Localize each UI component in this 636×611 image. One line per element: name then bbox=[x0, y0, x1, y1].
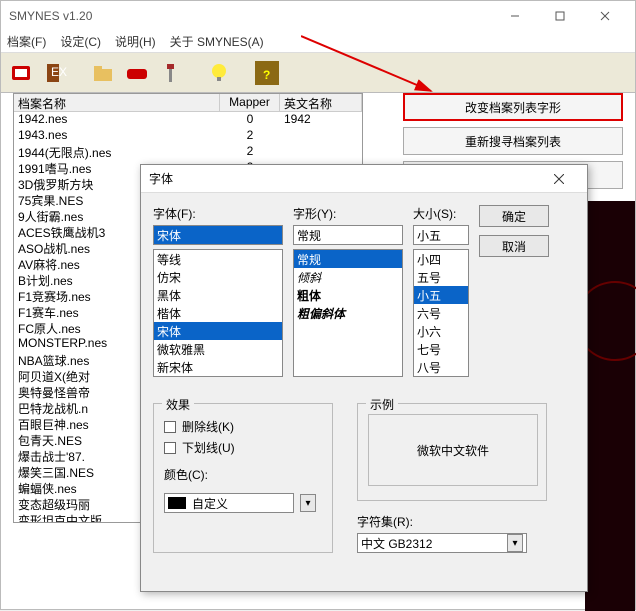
lightbulb-icon[interactable] bbox=[205, 59, 233, 87]
folder-icon[interactable] bbox=[89, 59, 117, 87]
tools-icon[interactable] bbox=[157, 59, 185, 87]
open-rom-icon[interactable] bbox=[7, 59, 35, 87]
strikethrough-checkbox[interactable]: 删除线(K) bbox=[164, 418, 322, 435]
font-dialog: 字体 字体(F): 宋体 等线仿宋黑体楷体宋体微软雅黑新宋体 字形(Y): 常规… bbox=[140, 164, 588, 592]
list-item[interactable]: 五号 bbox=[414, 268, 468, 286]
maximize-button[interactable] bbox=[537, 1, 582, 31]
ok-button[interactable]: 确定 bbox=[479, 205, 549, 227]
list-item[interactable]: 小六 bbox=[414, 322, 468, 340]
titlebar: SMYNES v1.20 bbox=[1, 1, 635, 31]
color-swatch bbox=[168, 497, 186, 509]
effects-group: 效果 删除线(K) 下划线(U) 颜色(C): 自定义 ▾ bbox=[153, 403, 333, 553]
style-label: 字形(Y): bbox=[293, 205, 403, 222]
chevron-down-icon[interactable]: ▾ bbox=[507, 534, 523, 552]
sample-legend: 示例 bbox=[366, 396, 398, 413]
svg-text:?: ? bbox=[263, 68, 270, 82]
cancel-button[interactable]: 取消 bbox=[479, 235, 549, 257]
list-item[interactable]: 八号 bbox=[414, 358, 468, 376]
list-item[interactable]: 黑体 bbox=[154, 286, 282, 304]
col-mapper[interactable]: Mapper bbox=[220, 94, 280, 111]
minimize-button[interactable] bbox=[492, 1, 537, 31]
list-item[interactable]: 新宋体 bbox=[154, 358, 282, 376]
charset-combobox[interactable]: 中文 GB2312 ▾ bbox=[357, 533, 527, 553]
list-item[interactable]: 等线 bbox=[154, 250, 282, 268]
change-font-button[interactable]: 改变档案列表字形 bbox=[403, 93, 623, 121]
font-input[interactable]: 宋体 bbox=[153, 225, 283, 245]
table-row[interactable]: 1943.nes2 bbox=[14, 128, 362, 144]
underline-checkbox[interactable]: 下划线(U) bbox=[164, 439, 322, 456]
style-input[interactable]: 常规 bbox=[293, 225, 403, 245]
dialog-title: 字体 bbox=[149, 170, 539, 187]
table-row[interactable]: 1944(无限点).nes2 bbox=[14, 144, 362, 160]
annotation-arrow bbox=[301, 31, 441, 101]
list-item[interactable]: 仿宋 bbox=[154, 268, 282, 286]
controller-icon[interactable] bbox=[123, 59, 151, 87]
list-item[interactable]: 楷体 bbox=[154, 304, 282, 322]
style-listbox[interactable]: 常规倾斜粗体粗偏斜体 bbox=[293, 249, 403, 377]
font-listbox[interactable]: 等线仿宋黑体楷体宋体微软雅黑新宋体 bbox=[153, 249, 283, 377]
color-label: 颜色(C): bbox=[164, 466, 322, 483]
sample-text: 微软中文软件 bbox=[368, 414, 538, 486]
preview-pane bbox=[585, 201, 635, 611]
list-item[interactable]: 七号 bbox=[414, 340, 468, 358]
list-item[interactable]: 粗体 bbox=[294, 286, 402, 304]
size-listbox[interactable]: 小四五号小五六号小六七号八号 bbox=[413, 249, 469, 377]
question-icon[interactable]: ? bbox=[253, 59, 281, 87]
size-label: 大小(S): bbox=[413, 205, 469, 222]
font-label: 字体(F): bbox=[153, 205, 283, 222]
table-row[interactable]: 1942.nes01942 bbox=[14, 112, 362, 128]
list-item[interactable]: 宋体 bbox=[154, 322, 282, 340]
list-item[interactable]: 小四 bbox=[414, 250, 468, 268]
size-input[interactable]: 小五 bbox=[413, 225, 469, 245]
list-header: 档案名称 Mapper 英文名称 bbox=[14, 94, 362, 112]
col-name[interactable]: 档案名称 bbox=[14, 94, 220, 111]
menu-settings[interactable]: 设定(C) bbox=[60, 33, 101, 50]
list-item[interactable]: 常规 bbox=[294, 250, 402, 268]
close-button[interactable] bbox=[582, 1, 627, 31]
dialog-titlebar: 字体 bbox=[141, 165, 587, 193]
rescan-button[interactable]: 重新搜寻档案列表 bbox=[403, 127, 623, 155]
svg-text:EXIT: EXIT bbox=[51, 65, 67, 79]
list-item[interactable]: 六号 bbox=[414, 304, 468, 322]
menu-file[interactable]: 档案(F) bbox=[7, 33, 46, 50]
col-eng[interactable]: 英文名称 bbox=[280, 94, 362, 111]
charset-label: 字符集(R): bbox=[357, 513, 547, 530]
menu-about[interactable]: 关于 SMYNES(A) bbox=[170, 33, 264, 50]
window-title: SMYNES v1.20 bbox=[9, 9, 492, 23]
color-combobox[interactable]: 自定义 bbox=[164, 493, 294, 513]
list-item[interactable]: 粗偏斜体 bbox=[294, 304, 402, 322]
list-item[interactable]: 微软雅黑 bbox=[154, 340, 282, 358]
sample-group: 示例 微软中文软件 bbox=[357, 403, 547, 501]
list-item[interactable]: 倾斜 bbox=[294, 268, 402, 286]
exit-icon[interactable]: EXIT bbox=[41, 59, 69, 87]
chevron-down-icon[interactable]: ▾ bbox=[300, 494, 316, 512]
effects-legend: 效果 bbox=[162, 396, 194, 413]
list-item[interactable]: 小五 bbox=[414, 286, 468, 304]
menu-help[interactable]: 说明(H) bbox=[115, 33, 156, 50]
dialog-close-button[interactable] bbox=[539, 165, 579, 193]
